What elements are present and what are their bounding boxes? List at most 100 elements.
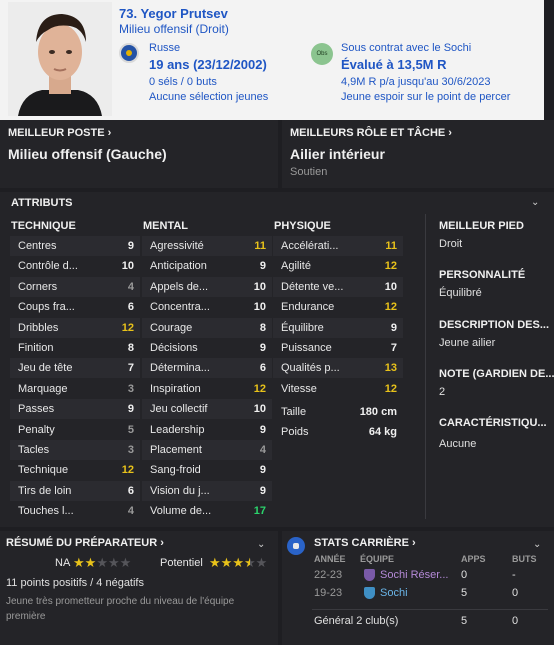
attribute-label: Puissance xyxy=(281,342,332,354)
best-role-panel[interactable]: MEILLEURS RÔLE ET TÂCHE › Ailier intérie… xyxy=(282,120,554,188)
attribute-row[interactable]: Volume de... 17 xyxy=(142,501,272,521)
attribute-label: Équilibre xyxy=(281,321,324,334)
attribute-row[interactable]: Agressivité 11 xyxy=(142,236,272,256)
attribute-row[interactable]: Agilité 12 xyxy=(273,256,403,276)
attribute-row[interactable]: Jeu de tête 7 xyxy=(10,358,140,379)
star-icon: ★ xyxy=(243,555,256,570)
attribute-row[interactable]: Leadership 9 xyxy=(142,420,272,440)
chevron-down-icon[interactable]: ⌄ xyxy=(257,539,265,550)
attribute-row[interactable]: Tirs de loin 6 xyxy=(10,480,140,501)
attribute-row[interactable]: Endurance 12 xyxy=(273,297,403,317)
career-stats-panel[interactable]: STATS CARRIÈRE › ⌄ ANNÉE ÉQUIPE APPS BUT… xyxy=(282,531,554,645)
coach-report-panel[interactable]: RÉSUMÉ DU PRÉPARATEUR › ⌄ NA ★★★★★ Poten… xyxy=(0,531,278,645)
attribute-value: 9 xyxy=(259,342,266,354)
attribute-row[interactable]: Anticipation 9 xyxy=(142,256,272,276)
player-name: 73. Yegor Prutsev xyxy=(119,6,228,21)
career-stats-title[interactable]: STATS CARRIÈRE › xyxy=(314,537,416,549)
attribute-value: 11 xyxy=(254,240,266,252)
attribute-row[interactable]: Marquage 3 xyxy=(10,379,140,399)
attribute-value: 3 xyxy=(127,382,134,395)
attribute-row[interactable]: Corners 4 xyxy=(10,276,140,297)
attribute-row[interactable]: Contrôle d... 10 xyxy=(10,256,140,276)
nationality[interactable]: Russe xyxy=(149,42,180,54)
attribute-value: 7 xyxy=(127,362,134,375)
attribute-value: 5 xyxy=(127,423,134,436)
attribute-row[interactable]: Courage 8 xyxy=(142,317,272,338)
attribute-row[interactable]: Technique 12 xyxy=(10,460,140,480)
attribute-row[interactable]: Dribbles 12 xyxy=(10,317,140,338)
career-total-apps: 5 xyxy=(461,615,468,627)
attribute-label: Agressivité xyxy=(150,240,204,252)
attribute-row[interactable]: Détermina... 6 xyxy=(142,358,272,379)
contract-status[interactable]: Sous contrat avec le Sochi xyxy=(341,42,471,54)
attribute-label: Technique xyxy=(18,464,69,477)
coach-description: Jeune très prometteur proche du niveau d… xyxy=(6,596,235,622)
attribute-row[interactable]: Touches l... 4 xyxy=(10,501,140,521)
attribute-label: Accélérati... xyxy=(281,240,339,252)
career-team-link[interactable]: Sochi Réser... xyxy=(380,569,448,581)
career-team-link[interactable]: Sochi xyxy=(380,587,408,599)
best-position-panel[interactable]: MEILLEUR POSTE › Milieu offensif (Gauche… xyxy=(0,120,278,188)
attribute-value: 9 xyxy=(390,321,397,334)
attribute-row[interactable]: Passes 9 xyxy=(10,399,140,420)
star-icon: ★ xyxy=(96,555,108,570)
attribute-row[interactable]: Inspiration 12 xyxy=(142,379,272,399)
russia-federation-icon[interactable] xyxy=(119,43,139,63)
star-icon: ★ xyxy=(220,555,233,570)
attribute-row[interactable]: Vitesse 12 xyxy=(273,379,403,399)
col-apps: APPS xyxy=(461,554,486,564)
attribute-label: Appels de... xyxy=(150,280,209,293)
attribute-value: 9 xyxy=(127,403,134,416)
attribute-row[interactable]: Détente ve... 10 xyxy=(273,276,403,297)
attribute-value: 9 xyxy=(259,260,266,273)
attribute-row[interactable]: Équilibre 9 xyxy=(273,317,403,338)
attribute-label: Jeu de tête xyxy=(18,362,73,375)
attribute-label: Agilité xyxy=(281,260,311,273)
attribute-label: Finition xyxy=(18,342,54,354)
attribute-row[interactable]: Penalty 5 xyxy=(10,420,140,440)
attribute-row[interactable]: Appels de... 10 xyxy=(142,276,272,297)
coach-report-title[interactable]: RÉSUMÉ DU PRÉPARATEUR › xyxy=(6,537,164,549)
attribute-row[interactable]: Accélérati... 11 xyxy=(273,236,403,256)
attribute-label: Contrôle d... xyxy=(18,260,78,273)
chevron-down-icon[interactable]: ⌄ xyxy=(531,197,539,208)
attribute-row[interactable]: Décisions 9 xyxy=(142,338,272,358)
attribute-row[interactable]: Coups fra... 6 xyxy=(10,297,140,317)
attribute-row[interactable]: Tacles 3 xyxy=(10,440,140,460)
attribute-row[interactable]: Vision du j... 9 xyxy=(142,480,272,501)
star-icon: ★ xyxy=(119,555,132,570)
attribute-label: Courage xyxy=(150,321,193,334)
attribute-value: 11 xyxy=(385,240,397,252)
attribute-row[interactable]: Sang-froid 9 xyxy=(142,460,272,480)
attribute-label: Touches l... xyxy=(18,505,74,518)
current-ability-stars: ★★★★★ xyxy=(73,555,131,571)
attribute-label: Inspiration xyxy=(150,382,201,395)
attribute-row[interactable]: Finition 8 xyxy=(10,338,140,358)
attribute-value: 9 xyxy=(127,240,134,252)
attributes-divider xyxy=(425,214,426,519)
height-value: 180 cm xyxy=(359,406,397,418)
chevron-down-icon[interactable]: ⌄ xyxy=(533,539,541,550)
attribute-row[interactable]: Jeu collectif 10 xyxy=(142,399,272,420)
attribute-row[interactable]: Placement 4 xyxy=(142,440,272,460)
attributes-title: ATTRIBUTS xyxy=(11,197,73,209)
best-role-duty: Soutien xyxy=(290,166,328,178)
attribute-value: 12 xyxy=(384,382,397,395)
player-header: 73. Yegor Prutsev Milieu offensif (Droit… xyxy=(0,0,554,120)
attribute-value: 10 xyxy=(253,280,266,293)
attribute-row[interactable]: Centres 9 xyxy=(10,236,140,256)
attribute-row[interactable]: Puissance 7 xyxy=(273,338,403,358)
attribute-label: Placement xyxy=(150,444,202,456)
attribute-label: Anticipation xyxy=(150,260,207,273)
star-icon: ★ xyxy=(209,555,221,570)
best-position-value: Milieu offensif (Gauche) xyxy=(8,146,167,162)
player-role[interactable]: Milieu offensif (Droit) xyxy=(119,22,229,36)
best-role-title[interactable]: MEILLEURS RÔLE ET TÂCHE › xyxy=(290,127,452,139)
attribute-value: 6 xyxy=(259,362,266,375)
attribute-label: Marquage xyxy=(18,382,68,395)
attribute-row[interactable]: Concentra... 10 xyxy=(142,297,272,317)
attribute-row[interactable]: Qualités p... 13 xyxy=(273,358,403,379)
career-goals: 0 xyxy=(512,587,519,599)
best-position-title[interactable]: MEILLEUR POSTE › xyxy=(8,127,111,139)
attribute-label: Vision du j... xyxy=(150,484,210,497)
